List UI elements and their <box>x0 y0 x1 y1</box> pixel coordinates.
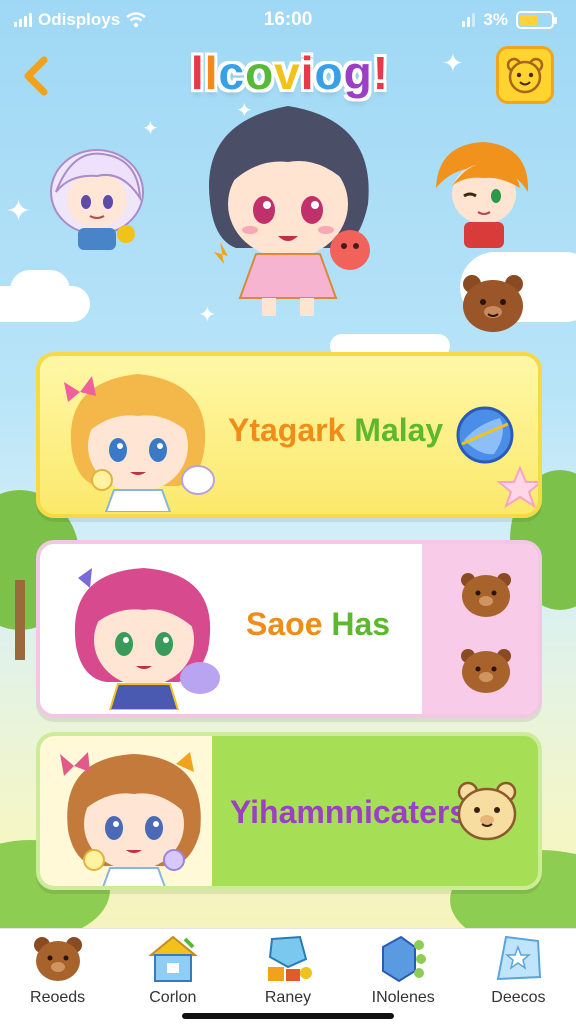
sparkle-icon: ✦ <box>6 195 32 228</box>
bear-face-icon <box>506 57 544 94</box>
bear-mascot <box>463 275 523 332</box>
menu-card-2[interactable]: Saoe Has <box>36 540 542 718</box>
character-blonde-girl <box>64 374 215 512</box>
home-indicator[interactable] <box>182 1013 394 1019</box>
menu-card-1[interactable]: Ytagark Malay <box>36 352 542 518</box>
nav-label: Raney <box>264 989 312 1006</box>
character-dark-hair <box>208 106 370 316</box>
nav-label: Deecos <box>491 989 546 1006</box>
bear-face-icon <box>457 781 517 841</box>
nav-item-raney[interactable]: Raney <box>230 929 345 1024</box>
bear-icon <box>33 937 82 981</box>
bottom-nav: Reoeds Corlon Raney INolenes Deecos <box>0 928 576 1024</box>
sparkle-icon: ✦ <box>442 48 464 78</box>
card-2-label-part: Saoe <box>246 606 332 642</box>
character-pink-hair <box>74 568 220 710</box>
nav-label: INolenes <box>371 989 435 1006</box>
character-white-hair <box>50 149 144 250</box>
crystal-icon <box>268 935 312 981</box>
back-button[interactable] <box>20 56 60 100</box>
nav-item-deecos[interactable]: Deecos <box>461 929 576 1024</box>
nav-item-corlon[interactable]: Corlon <box>115 929 230 1024</box>
card-2-label-part: Has <box>331 606 391 642</box>
card-1-label-part: Malay <box>354 412 444 448</box>
card-1-label: Ytagark Malay <box>228 412 443 449</box>
nav-item-inolenes[interactable]: INolenes <box>346 929 461 1024</box>
globe-orb-icon <box>456 406 514 464</box>
card-2-label: Saoe Has <box>246 606 390 643</box>
gem-icon <box>382 935 427 983</box>
card-3-label: Yihamnnicaters <box>230 794 468 830</box>
nav-label: Reoeds <box>30 989 86 1006</box>
sparkle-icon: ✦ <box>142 118 159 140</box>
nav-label: Corlon <box>149 989 197 1006</box>
chevron-left-icon <box>24 56 48 96</box>
house-icon <box>147 935 198 982</box>
bear-icon <box>461 649 511 693</box>
battery-icon <box>516 11 557 29</box>
profile-button[interactable] <box>496 46 554 104</box>
character-brown-hair <box>60 752 201 886</box>
card-1-label-part: Ytagark <box>228 412 355 448</box>
star-candy-icon <box>496 465 538 509</box>
menu-card-3[interactable]: Yihamnnicaters <box>36 732 542 890</box>
nav-item-reoeds[interactable]: Reoeds <box>0 929 115 1024</box>
star-tile-icon <box>497 935 542 981</box>
status-bar: Odisploys 16:00 3% <box>0 0 576 40</box>
battery-percent: 3% <box>483 10 508 29</box>
character-orange-hair <box>436 142 529 248</box>
signal-icon <box>462 13 476 27</box>
bear-icon <box>461 573 511 617</box>
